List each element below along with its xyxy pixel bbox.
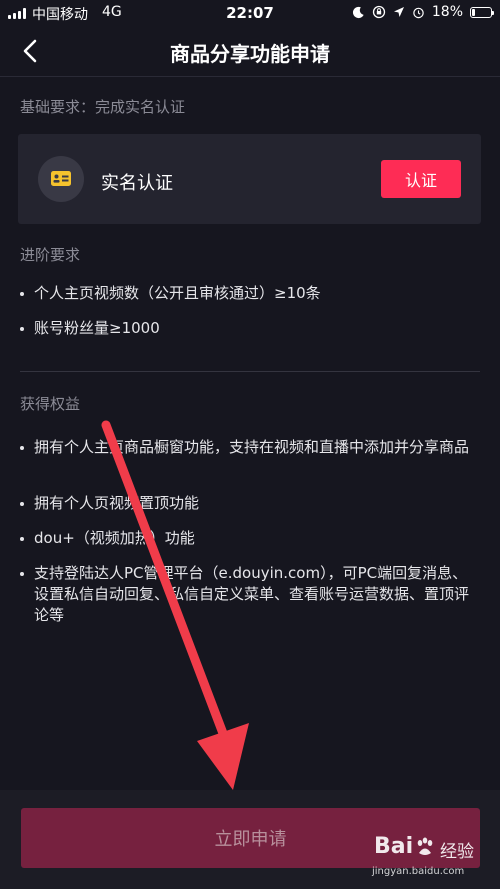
battery-level (472, 8, 475, 16)
nav-divider (0, 76, 500, 77)
alarm-icon (413, 7, 424, 18)
verify-button[interactable]: 认证 (381, 160, 461, 198)
bullet (20, 537, 24, 541)
location-icon (393, 7, 404, 17)
id-card-icon (38, 156, 84, 202)
bullet (20, 502, 24, 506)
page-title: 商品分享功能申请 (170, 42, 330, 66)
moon-icon (352, 6, 364, 18)
status-icons: 18% (352, 4, 494, 20)
apply-button[interactable]: 立即申请 (21, 808, 480, 868)
bullet (20, 327, 24, 331)
battery-percent: 18% (431, 4, 463, 20)
back-button[interactable] (16, 36, 46, 66)
status-bar: 中国移动 4G 22:07 18% (0, 0, 500, 26)
basic-requirement-label: 基础要求：完成实名认证 (20, 98, 186, 116)
verification-label: 实名认证 (101, 173, 173, 194)
chevron-left-icon (23, 39, 37, 63)
section-divider (20, 371, 480, 372)
bullet (20, 572, 24, 576)
orientation-lock-icon (372, 5, 386, 19)
bullet (20, 446, 24, 450)
advanced-requirement-label: 进阶要求 (20, 246, 81, 264)
nav-bar: 商品分享功能申请 (0, 26, 500, 76)
benefits-label: 获得权益 (20, 395, 81, 413)
verification-card: 实名认证 认证 (18, 134, 481, 224)
bullet (20, 292, 24, 296)
battery-icon (470, 6, 494, 18)
